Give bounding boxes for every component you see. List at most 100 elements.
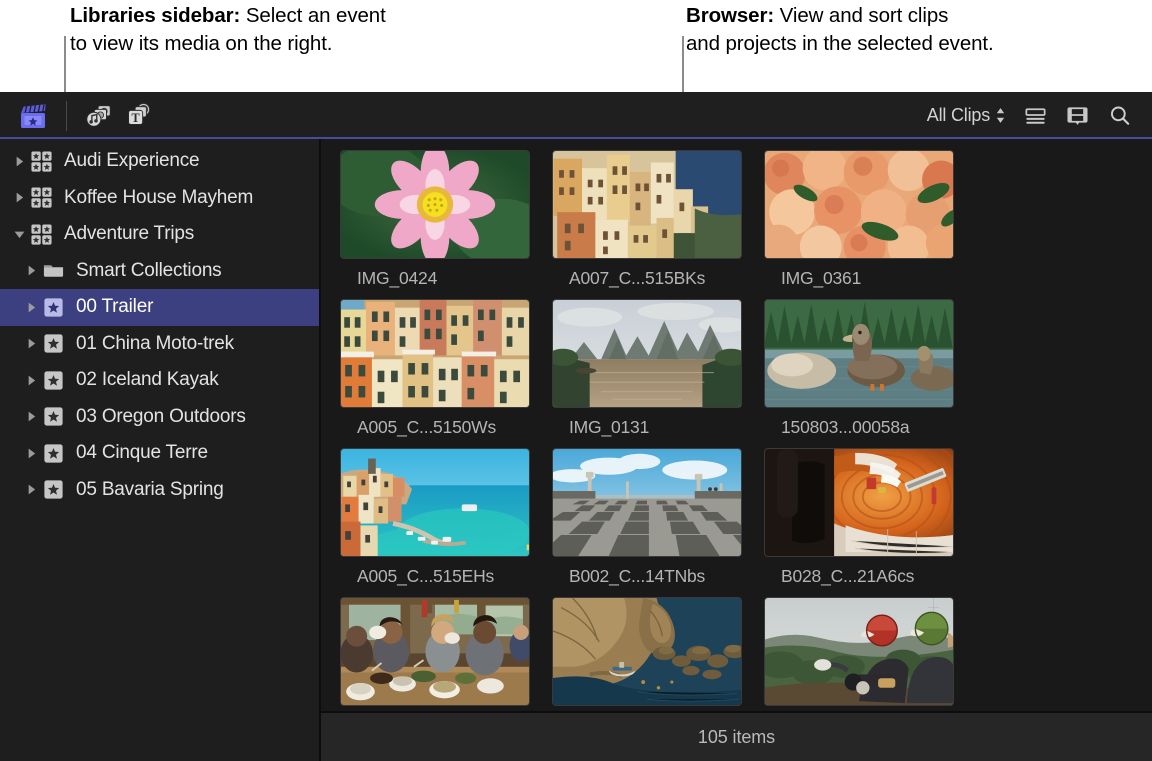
sidebar-item-label: 04 Cinque Terre — [76, 442, 208, 464]
rocky-cove-image — [553, 598, 741, 705]
event-star-icon — [42, 296, 65, 319]
karst-river-image — [553, 300, 741, 407]
browser-status-bar: 105 items — [321, 711, 1152, 761]
callout-libraries-sidebar: Libraries sidebar: Select an event to vi… — [70, 2, 386, 58]
clip-item[interactable]: B028_C...21A6cs — [764, 448, 954, 588]
library-icon — [30, 150, 56, 173]
sidebar-item-03-oregon-outdoors[interactable]: 03 Oregon Outdoors — [0, 399, 319, 436]
disclosure-triangle-closed-icon[interactable] — [25, 301, 38, 314]
sidebar-item-01-china-moto-trek[interactable]: 01 China Moto-trek — [0, 326, 319, 363]
clip-thumbnail[interactable] — [552, 597, 742, 706]
browser-pane[interactable]: IMG_0424A007_C...515BKs IMG_0361 A005_C...… — [321, 139, 1152, 761]
clip-thumbnail[interactable] — [340, 150, 530, 259]
disclosure-triangle-closed-icon[interactable] — [25, 410, 38, 423]
clip-thumbnail[interactable] — [764, 597, 954, 706]
disclosure-triangle-closed-icon[interactable] — [25, 264, 38, 277]
callout-browser-title: Browser: — [686, 4, 774, 27]
clip-item[interactable]: A005_C...5150Ws — [340, 299, 530, 439]
disclosure-twisty[interactable] — [20, 374, 42, 387]
sidebar-item-smart-collections[interactable]: Smart Collections — [0, 253, 319, 290]
colorful-houses-image — [341, 300, 529, 407]
event-star-icon — [42, 369, 68, 392]
disclosure-twisty[interactable] — [20, 337, 42, 350]
disclosure-twisty[interactable] — [8, 155, 30, 168]
clip-thumbnail[interactable] — [340, 299, 530, 408]
disclosure-twisty[interactable] — [20, 447, 42, 460]
clip-thumbnail[interactable] — [340, 448, 530, 557]
titles-and-generators-button[interactable]: T — [118, 99, 156, 133]
sidebar-item-05-bavaria-spring[interactable]: 05 Bavaria Spring — [0, 472, 319, 509]
disclosure-twisty[interactable] — [20, 483, 42, 496]
disclosure-twisty[interactable] — [8, 191, 30, 204]
search-button[interactable] — [1100, 99, 1138, 133]
event-star-icon — [42, 442, 65, 465]
disclosure-triangle-closed-icon[interactable] — [25, 483, 38, 496]
disclosure-twisty[interactable] — [8, 228, 30, 241]
event-star-icon — [42, 442, 68, 465]
disclosure-triangle-closed-icon[interactable] — [25, 447, 38, 460]
disclosure-twisty[interactable] — [20, 301, 42, 314]
library-icon — [30, 223, 53, 246]
disclosure-triangle-open-icon[interactable] — [13, 228, 26, 241]
clips-filter-popup[interactable]: All Clips — [921, 100, 1012, 132]
sidebar-item-04-cinque-terre[interactable]: 04 Cinque Terre — [0, 435, 319, 472]
sidebar-item-adventure-trips[interactable]: Adventure Trips — [0, 216, 319, 253]
clip-thumbnail[interactable] — [552, 150, 742, 259]
event-star-icon — [42, 332, 68, 355]
clip-item[interactable]: IMG_0424 — [340, 150, 530, 290]
clip-item[interactable]: A007_C...515BKs — [552, 150, 742, 290]
sidebar-item-00-trailer[interactable]: 00 Trailer — [0, 289, 319, 326]
sidebar-item-koffee-house-mayhem[interactable]: Koffee House Mayhem — [0, 180, 319, 217]
filmstrip-view-button[interactable] — [1058, 99, 1096, 133]
libraries-button[interactable] — [14, 99, 52, 133]
clip-thumbnail[interactable] — [764, 150, 954, 259]
callout-leader-line-left — [64, 36, 66, 92]
sidebar-item-label: 01 China Moto-trek — [76, 333, 234, 355]
clip-name-label: B028_C...21A6cs — [781, 566, 954, 588]
event-star-icon — [42, 332, 65, 355]
clip-item[interactable]: IMG_0361 — [764, 150, 954, 290]
disclosure-twisty[interactable] — [20, 264, 42, 277]
clip-name-label: IMG_0131 — [569, 417, 742, 439]
clip-name-label: A005_C...515EHs — [357, 566, 530, 588]
list-view-button[interactable] — [1016, 99, 1054, 133]
clips-filter-label: All Clips — [927, 105, 990, 126]
clip-item[interactable]: A005_C...515EHs — [340, 448, 530, 588]
clip-thumbnail[interactable] — [552, 448, 742, 557]
orange-tunnel-image — [765, 449, 953, 556]
clip-thumbnail[interactable] — [552, 299, 742, 408]
library-icon — [30, 186, 56, 209]
final-cut-pro-window: T All Clips — [0, 92, 1152, 761]
clip-thumbnail[interactable] — [764, 448, 954, 557]
disclosure-triangle-closed-icon[interactable] — [13, 191, 26, 204]
search-icon — [1106, 102, 1133, 129]
clip-name-label: A005_C...5150Ws — [357, 417, 530, 439]
photos-audio-icon — [84, 101, 114, 131]
disclosure-twisty[interactable] — [20, 410, 42, 423]
friends-eating-image — [341, 598, 529, 705]
disclosure-triangle-closed-icon[interactable] — [25, 374, 38, 387]
libraries-sidebar: Audi ExperienceKoffee House Mayhem Advent… — [0, 139, 319, 761]
disclosure-triangle-closed-icon[interactable] — [13, 155, 26, 168]
disclosure-triangle-closed-icon[interactable] — [25, 337, 38, 350]
clip-item[interactable]: 150803...00058a — [764, 299, 954, 439]
folder-icon — [42, 259, 65, 282]
sidebar-item-label: 05 Bavaria Spring — [76, 479, 224, 501]
list-view-icon — [1022, 102, 1049, 129]
callout-band: Libraries sidebar: Select an event to vi… — [0, 0, 1152, 92]
sidebar-item-audi-experience[interactable]: Audi Experience — [0, 143, 319, 180]
photos-and-audio-button[interactable] — [80, 99, 118, 133]
sidebar-item-02-iceland-kayak[interactable]: 02 Iceland Kayak — [0, 362, 319, 399]
callout-leader-line-right — [682, 36, 684, 92]
clip-item[interactable]: IMG_0131 — [552, 299, 742, 439]
sidebar-item-label: 03 Oregon Outdoors — [76, 406, 246, 428]
clip-name-label: IMG_0361 — [781, 268, 954, 290]
sidebar-item-label: Adventure Trips — [64, 223, 194, 245]
sidebar-item-label: 02 Iceland Kayak — [76, 369, 219, 391]
clip-thumbnail[interactable] — [340, 597, 530, 706]
callout-libraries-title: Libraries sidebar: — [70, 4, 240, 27]
event-star-icon — [42, 405, 65, 428]
clip-thumbnail[interactable] — [764, 299, 954, 408]
toolbar-separator — [66, 101, 67, 131]
clip-item[interactable]: B002_C...14TNbs — [552, 448, 742, 588]
